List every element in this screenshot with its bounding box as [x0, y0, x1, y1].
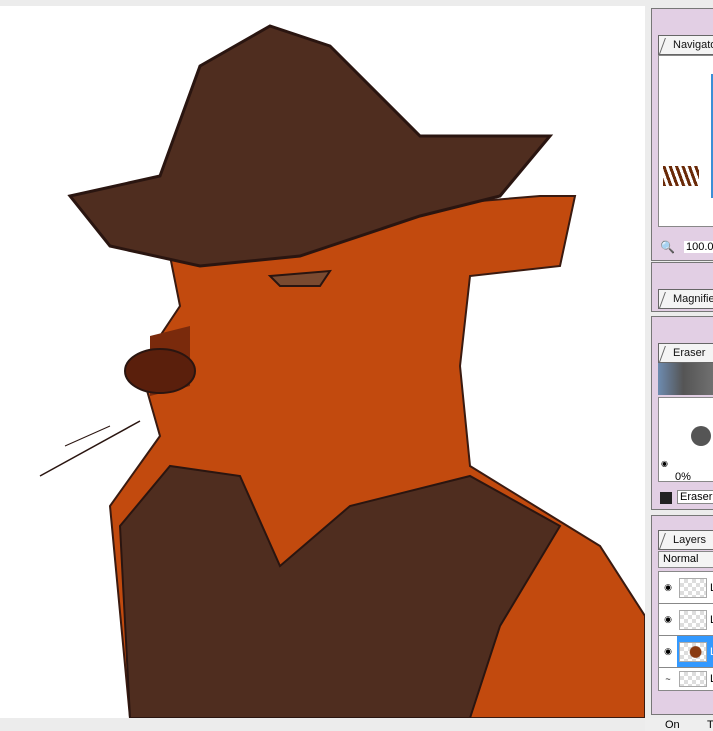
navigator-preview[interactable] [658, 55, 713, 227]
layer-row[interactable]: ◉ L [659, 572, 713, 604]
blend-mode-select[interactable]: Normal [658, 551, 713, 568]
layer-thumbnail [679, 641, 707, 662]
magnifier-title: Magnifier [673, 293, 713, 305]
brush-pin-icon[interactable]: ◉ [661, 459, 668, 468]
hidden-layer-icon[interactable]: ~ [659, 674, 677, 684]
navigator-thumbnail-strokes [663, 166, 699, 186]
status-bar: On T [645, 718, 713, 731]
layer-row[interactable]: ◉ L [659, 604, 713, 636]
brush-preview: ◉ 0% [658, 397, 713, 483]
brush-panel: Eraser ◉ 0% Eraser [651, 316, 713, 510]
navigator-tab[interactable]: Navigator [658, 35, 713, 55]
status-right: T [707, 719, 713, 731]
navigator-title: Navigator [673, 39, 713, 51]
layer-thumbnail [679, 671, 707, 687]
eye-icon[interactable]: ◉ [659, 614, 677, 625]
zoom-value[interactable]: 100.0 [684, 241, 713, 253]
layers-panel: Layers Normal ◉ L ◉ L ◉ L ~ L [651, 515, 713, 715]
magnifier-tab[interactable]: Magnifier [658, 289, 713, 309]
eye-icon[interactable]: ◉ [659, 636, 677, 667]
drawing-canvas[interactable] [0, 6, 645, 718]
layer-thumbnail [679, 609, 707, 630]
eraser-tab[interactable]: Eraser [658, 343, 713, 363]
layer-row-selected[interactable]: ◉ L [659, 636, 713, 668]
layer-thumbnail [679, 577, 707, 598]
eye-icon[interactable]: ◉ [659, 582, 677, 593]
navigator-panel: Navigator 🔍 100.0 [651, 8, 713, 261]
brush-dot [691, 426, 711, 446]
status-left: On [665, 719, 680, 731]
artwork-illustration [39, 24, 645, 718]
brush-variants-strip[interactable] [658, 363, 713, 395]
eraser-tool-icon[interactable] [660, 492, 672, 504]
layer-row[interactable]: ~ L [659, 668, 713, 690]
brush-opacity: 0% [675, 471, 691, 483]
layers-title: Layers [673, 534, 707, 546]
zoom-icon[interactable]: 🔍 [660, 240, 675, 254]
eraser-title: Eraser [673, 347, 706, 359]
layers-tab[interactable]: Layers [658, 530, 713, 550]
brush-tool-name[interactable]: Eraser [677, 490, 713, 504]
magnifier-panel: Magnifier [651, 262, 713, 312]
